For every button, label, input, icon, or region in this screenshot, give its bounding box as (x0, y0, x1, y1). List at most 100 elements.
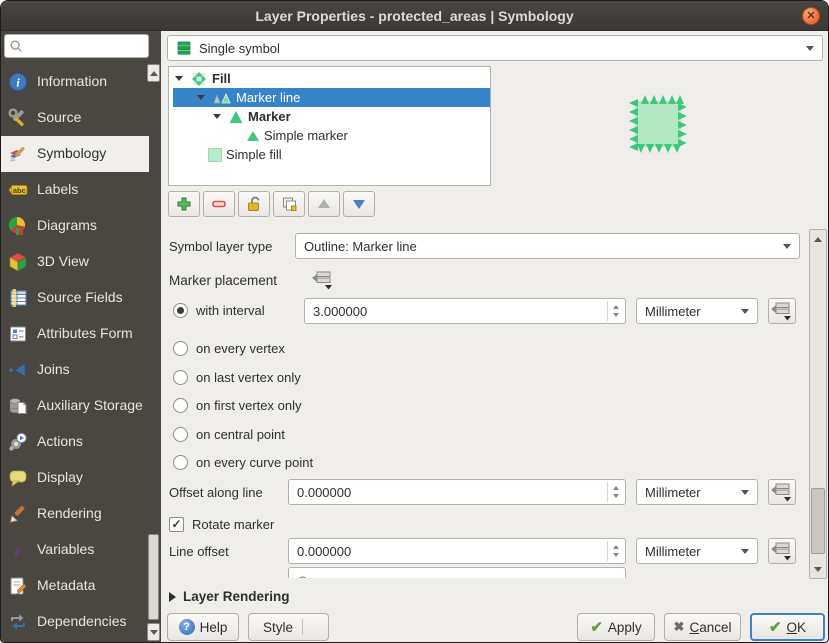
tree-row-fill[interactable]: Fill (169, 69, 490, 88)
expander-icon[interactable] (210, 114, 224, 119)
sidebar-item-diagrams[interactable]: Diagrams (1, 208, 149, 244)
expander-icon[interactable] (172, 76, 186, 81)
radio-on-every-curve-point[interactable]: on every curve point (173, 450, 313, 474)
sidebar-item-label: Actions (37, 434, 83, 449)
radio-label: with interval (196, 303, 265, 318)
ok-label: OK (787, 620, 807, 635)
radio-icon[interactable] (173, 398, 188, 413)
spinner-arrows[interactable] (607, 482, 623, 502)
sidebar-item-dependencies[interactable]: Dependencies (1, 604, 149, 640)
scroll-down-icon[interactable] (810, 561, 826, 577)
minus-icon (210, 195, 228, 213)
sidebar-item-source-fields[interactable]: Source Fields (1, 280, 149, 316)
symbol-layer-type-select[interactable]: Outline: Marker line (295, 233, 800, 259)
sidebar-item-actions[interactable]: Actions (1, 424, 149, 460)
radio-on-every-vertex[interactable]: on every vertex (173, 336, 285, 360)
sidebar-item-attributes-form[interactable]: Attributes Form (1, 316, 149, 352)
tree-row-label: Fill (212, 71, 231, 86)
interval-spinbox[interactable]: 3.000000 (304, 298, 626, 324)
line-offset-unit-select[interactable]: Millimeter (636, 538, 758, 564)
sidebar-item-metadata[interactable]: Metadata (1, 568, 149, 604)
sidebar-item-joins[interactable]: Joins (1, 352, 149, 388)
symbol-layer-tree[interactable]: Fill Marker line Marker Simple marker (168, 66, 491, 186)
offset-along-line-spinbox[interactable]: 0.000000 (288, 479, 626, 505)
sidebar-item-rendering[interactable]: Rendering (1, 496, 149, 532)
sidebar-item-label: Attributes Form (37, 326, 133, 341)
renderer-value: Single symbol (199, 41, 280, 56)
checkbox-icon[interactable]: ✓ (169, 517, 184, 532)
radio-on-first-vertex-only[interactable]: on first vertex only (173, 393, 302, 417)
style-button[interactable]: Style (248, 613, 329, 641)
sidebar-item-display[interactable]: Display (1, 460, 149, 496)
ok-button[interactable]: ✔ OK (750, 613, 825, 641)
radio-icon[interactable] (173, 455, 188, 470)
interval-unit-select[interactable]: Millimeter (636, 298, 758, 324)
radio-label: on central point (196, 427, 285, 442)
scroll-down-icon[interactable] (147, 623, 160, 641)
sidebar-item-auxiliary-storage[interactable]: Auxiliary Storage (1, 388, 149, 424)
radio-on-central-point[interactable]: on central point (173, 422, 285, 446)
tree-row-simple-fill[interactable]: Simple fill (169, 145, 490, 164)
titlebar[interactable]: Layer Properties - protected_areas | Sym… (1, 1, 828, 31)
sidebar-item-variables[interactable]: ε Variables (1, 532, 149, 568)
sidebar-search[interactable] (4, 34, 149, 58)
expander-icon[interactable] (194, 95, 208, 100)
remove-symbol-layer-button[interactable] (203, 191, 235, 217)
lock-color-button[interactable] (238, 191, 270, 217)
line-offset-spinbox[interactable]: 0.000000 (288, 538, 626, 564)
tree-row-marker-line[interactable]: Marker line (173, 88, 490, 107)
3d-view-icon (8, 252, 28, 272)
offset-value: 0.000000 (297, 544, 351, 559)
layer-rendering-toggle[interactable]: Layer Rendering (169, 589, 290, 604)
offset-unit-select[interactable]: Millimeter (636, 479, 758, 505)
radio-on-last-vertex-only[interactable]: on last vertex only (173, 365, 301, 389)
move-up-button[interactable] (308, 191, 340, 217)
sidebar-item-3d-view[interactable]: 3D View (1, 244, 149, 280)
tree-row-marker[interactable]: Marker (169, 107, 490, 126)
tree-row-simple-marker[interactable]: Simple marker (169, 126, 490, 145)
add-symbol-layer-button[interactable] (168, 191, 200, 217)
variables-icon: ε (8, 540, 28, 560)
sidebar-item-label: Information (37, 74, 107, 89)
move-down-button[interactable] (343, 191, 375, 217)
renderer-select[interactable]: Single symbol (167, 35, 823, 61)
rotate-marker-checkbox[interactable]: ✓ Rotate marker (169, 512, 274, 536)
scroll-up-icon[interactable] (810, 231, 826, 247)
data-defined-override-button[interactable] (768, 298, 796, 324)
duplicate-symbol-layer-button[interactable] (273, 191, 305, 217)
checkbox-label: Rotate marker (192, 517, 274, 532)
tree-row-label: Simple fill (226, 147, 282, 162)
sidebar-item-information[interactable]: i Information (1, 64, 149, 100)
radio-icon[interactable] (173, 370, 188, 385)
unit-value: Millimeter (645, 304, 701, 319)
help-button[interactable]: ? Help (167, 613, 239, 641)
tree-row-label: Simple marker (264, 128, 348, 143)
source-icon (8, 108, 28, 128)
sidebar-item-labels[interactable]: abc Labels (1, 172, 149, 208)
spinner-arrows[interactable] (607, 301, 623, 321)
data-defined-override-button[interactable] (309, 267, 337, 293)
data-defined-override-button[interactable] (768, 538, 796, 564)
sidebar-scrollbar[interactable] (147, 64, 160, 641)
close-icon[interactable]: ✕ (802, 7, 820, 25)
radio-icon[interactable] (173, 303, 188, 318)
radio-label: on every vertex (196, 341, 285, 356)
chevron-down-icon (741, 549, 749, 554)
symbol-layer-toolbar (168, 191, 375, 217)
help-icon: ? (179, 619, 195, 635)
scroll-thumb[interactable] (811, 488, 825, 554)
radio-icon[interactable] (173, 427, 188, 442)
apply-button[interactable]: ✔ Apply (577, 613, 655, 641)
search-input[interactable] (27, 39, 137, 53)
spinner-arrows[interactable] (607, 541, 623, 561)
scroll-up-icon[interactable] (147, 64, 160, 82)
sidebar-item-symbology[interactable]: Symbology (1, 136, 149, 172)
sidebar-item-source[interactable]: Source (1, 100, 149, 136)
cancel-button[interactable]: ✖ Cancel (664, 613, 741, 641)
data-defined-override-button[interactable] (768, 479, 796, 505)
options-scrollbar[interactable] (809, 229, 827, 579)
duplicate-icon (280, 195, 298, 213)
scroll-thumb[interactable] (148, 534, 159, 620)
radio-with-interval[interactable]: with interval (173, 298, 265, 322)
radio-icon[interactable] (173, 341, 188, 356)
